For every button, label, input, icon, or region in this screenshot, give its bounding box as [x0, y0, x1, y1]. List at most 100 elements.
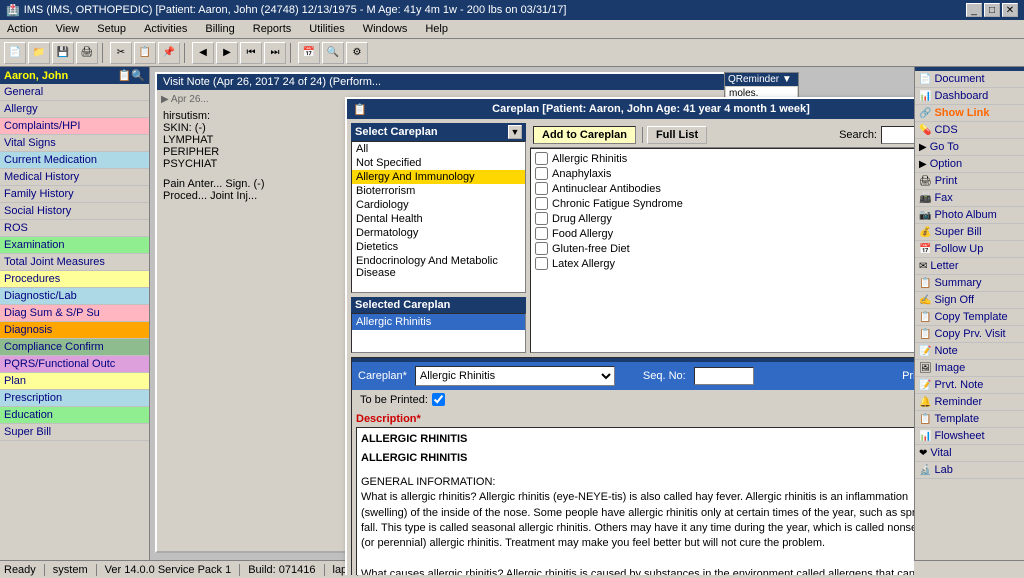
sidebar-item-compliance[interactable]: Compliance Confirm — [0, 339, 149, 356]
sidebar-item-template[interactable]: 📋 Template — [915, 411, 1024, 428]
sidebar-item-allergy[interactable]: Allergy — [0, 101, 149, 118]
menu-billing[interactable]: Billing — [202, 22, 237, 36]
select-careplan-scroll[interactable]: ▼ — [508, 125, 522, 139]
cb-latex-allergy-check[interactable] — [535, 257, 548, 270]
cb-chronic-fatigue[interactable]: Chronic Fatigue Syndrome — [533, 196, 914, 211]
category-cardiology[interactable]: Cardiology — [352, 198, 525, 212]
sidebar-item-print[interactable]: 🖨 Print — [915, 173, 1024, 190]
menu-action[interactable]: Action — [4, 22, 41, 36]
toolbar-save[interactable]: 💾 — [52, 42, 74, 64]
cb-gluten-free-check[interactable] — [535, 242, 548, 255]
category-endocrinology[interactable]: Endocrinology And Metabolic Disease — [352, 254, 525, 280]
sidebar-item-fax[interactable]: 📠 Fax — [915, 190, 1024, 207]
sidebar-item-photo-album[interactable]: 📷 Photo Album — [915, 207, 1024, 224]
sidebar-item-procedures[interactable]: Procedures — [0, 271, 149, 288]
category-not-specified[interactable]: Not Specified — [352, 156, 525, 170]
toolbar-calendar[interactable]: 📅 — [298, 42, 320, 64]
category-all[interactable]: All — [352, 142, 525, 156]
sidebar-item-show-link[interactable]: 🔗 Show Link — [915, 105, 1024, 122]
category-dental[interactable]: Dental Health — [352, 212, 525, 226]
sidebar-item-note[interactable]: 📝 Note — [915, 343, 1024, 360]
menu-utilities[interactable]: Utilities — [306, 22, 347, 36]
category-allergy[interactable]: Allergy And Immunology — [352, 170, 525, 184]
sidebar-item-medication[interactable]: Current Medication — [0, 152, 149, 169]
cb-antinuclear-check[interactable] — [535, 182, 548, 195]
sidebar-item-cds[interactable]: 💊 CDS — [915, 122, 1024, 139]
sidebar-item-plan[interactable]: Plan — [0, 373, 149, 390]
sidebar-item-image[interactable]: 🖼 Image — [915, 360, 1024, 377]
sidebar-item-copy-prv-visit[interactable]: 📋 Copy Prv. Visit — [915, 326, 1024, 343]
sidebar-item-lab[interactable]: 🔬 Lab — [915, 462, 1024, 479]
toolbar-search[interactable]: 🔍 — [322, 42, 344, 64]
cb-anaphylaxis-check[interactable] — [535, 167, 548, 180]
sidebar-item-super-bill-rs[interactable]: 💰 Super Bill — [915, 224, 1024, 241]
sidebar-item-flowsheet[interactable]: 📊 Flowsheet — [915, 428, 1024, 445]
sidebar-item-complaints[interactable]: Complaints/HPI — [0, 118, 149, 135]
sidebar-item-social-history[interactable]: Social History — [0, 203, 149, 220]
toolbar-last[interactable]: ⏭ — [264, 42, 286, 64]
sidebar-item-sign-off[interactable]: ✍ Sign Off — [915, 292, 1024, 309]
category-bioterrorism[interactable]: Bioterrorism — [352, 184, 525, 198]
minimize-button[interactable]: _ — [966, 3, 982, 17]
sidebar-item-super-bill[interactable]: Super Bill — [0, 424, 149, 441]
search-input[interactable] — [881, 126, 914, 144]
toolbar-copy[interactable]: 📋 — [134, 42, 156, 64]
sidebar-item-summary[interactable]: 📋 Summary — [915, 275, 1024, 292]
add-to-careplan-button[interactable]: Add to Careplan — [533, 126, 636, 144]
sidebar-item-reminder[interactable]: 🔔 Reminder — [915, 394, 1024, 411]
seq-no-input[interactable] — [694, 367, 754, 385]
selected-careplan-list[interactable]: Allergic Rhinitis — [351, 313, 526, 353]
cb-allergic-rhinitis-check[interactable] — [535, 152, 548, 165]
cb-drug-allergy-check[interactable] — [535, 212, 548, 225]
sidebar-item-joint-measures[interactable]: Total Joint Measures — [0, 254, 149, 271]
cb-antinuclear[interactable]: Antinuclear Antibodies — [533, 181, 914, 196]
category-dietetics[interactable]: Dietetics — [352, 240, 525, 254]
close-button[interactable]: ✕ — [1002, 3, 1018, 17]
cb-gluten-free[interactable]: Gluten-free Diet — [533, 241, 914, 256]
category-dermatology[interactable]: Dermatology — [352, 226, 525, 240]
cb-allergic-rhinitis[interactable]: Allergic Rhinitis — [533, 151, 914, 166]
sidebar-item-vitals[interactable]: Vital Signs — [0, 135, 149, 152]
toolbar-settings[interactable]: ⚙ — [346, 42, 368, 64]
toolbar-forward[interactable]: ▶ — [216, 42, 238, 64]
cb-drug-allergy[interactable]: Drug Allergy — [533, 211, 914, 226]
toolbar-back[interactable]: ◀ — [192, 42, 214, 64]
toolbar-new[interactable]: 📄 — [4, 42, 26, 64]
menu-reports[interactable]: Reports — [250, 22, 295, 36]
toolbar-open[interactable]: 📁 — [28, 42, 50, 64]
sidebar-item-document[interactable]: 📄 Document — [915, 71, 1024, 88]
careplan-category-list[interactable]: All Not Specified Allergy And Immunology… — [351, 141, 526, 293]
cb-chronic-fatigue-check[interactable] — [535, 197, 548, 210]
sidebar-item-letter[interactable]: ✉ Letter — [915, 258, 1024, 275]
sidebar-item-education[interactable]: Education — [0, 407, 149, 424]
sidebar-item-dashboard[interactable]: 📊 Dashboard — [915, 88, 1024, 105]
menu-setup[interactable]: Setup — [94, 22, 129, 36]
sidebar-item-family-history[interactable]: Family History — [0, 186, 149, 203]
toolbar-first[interactable]: ⏮ — [240, 42, 262, 64]
sidebar-item-prescription[interactable]: Prescription — [0, 390, 149, 407]
sidebar-item-general[interactable]: General — [0, 84, 149, 101]
toolbar-print[interactable]: 🖨 — [76, 42, 98, 64]
careplan-checkbox-list[interactable]: Allergic Rhinitis Anaphylaxis Antinuclea… — [530, 148, 914, 353]
full-list-button[interactable]: Full List — [647, 126, 707, 144]
toolbar-paste[interactable]: 📌 — [158, 42, 180, 64]
sidebar-item-diagnosis[interactable]: Diagnosis — [0, 322, 149, 339]
menu-view[interactable]: View — [53, 22, 83, 36]
sidebar-item-diagnostic[interactable]: Diagnostic/Lab — [0, 288, 149, 305]
to-be-printed-checkbox[interactable] — [432, 393, 445, 406]
sidebar-item-pqrs[interactable]: PQRS/Functional Outc — [0, 356, 149, 373]
cb-anaphylaxis[interactable]: Anaphylaxis — [533, 166, 914, 181]
sidebar-item-follow-up[interactable]: 📅 Follow Up — [915, 241, 1024, 258]
sidebar-item-diag-sum[interactable]: Diag Sum & S/P Su — [0, 305, 149, 322]
sidebar-item-medical-history[interactable]: Medical History — [0, 169, 149, 186]
careplan-select[interactable]: Allergic Rhinitis — [415, 366, 615, 386]
sidebar-item-examination[interactable]: Examination — [0, 237, 149, 254]
menu-activities[interactable]: Activities — [141, 22, 190, 36]
sidebar-item-copy-template[interactable]: 📋 Copy Template — [915, 309, 1024, 326]
cb-latex-allergy[interactable]: Latex Allergy — [533, 256, 914, 271]
cb-food-allergy[interactable]: Food Allergy — [533, 226, 914, 241]
menu-windows[interactable]: Windows — [360, 22, 411, 36]
sidebar-item-goto[interactable]: ▶ Go To — [915, 139, 1024, 156]
sidebar-item-option[interactable]: ▶ Option — [915, 156, 1024, 173]
toolbar-cut[interactable]: ✂ — [110, 42, 132, 64]
